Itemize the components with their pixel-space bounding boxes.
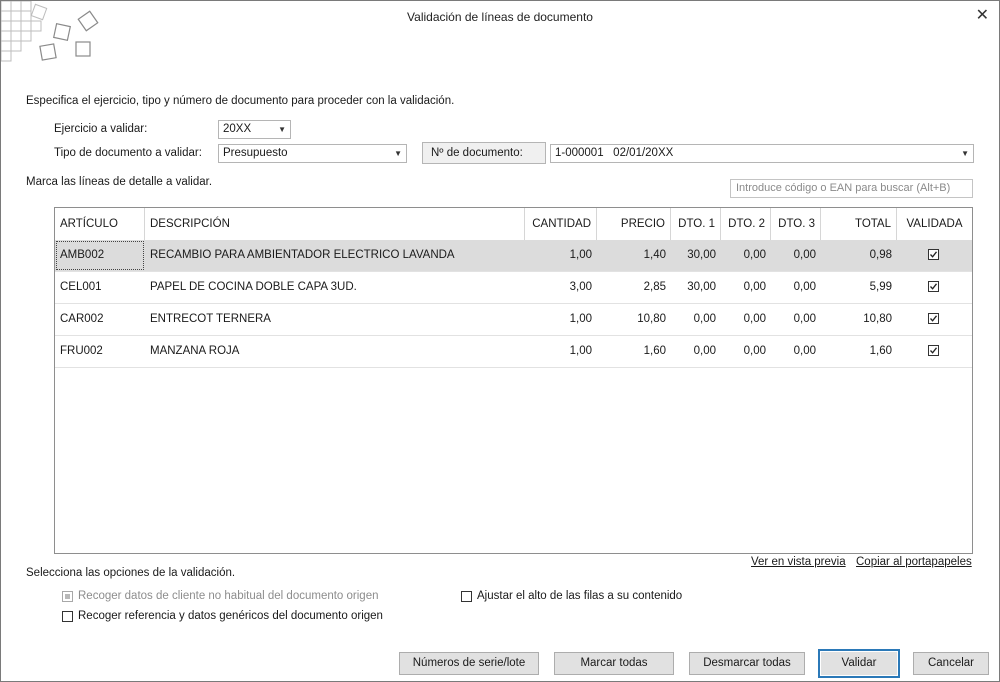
col-validada[interactable]: VALIDADA (897, 208, 972, 240)
table-row[interactable]: CEL001 PAPEL DE COCINA DOBLE CAPA 3UD. 3… (55, 272, 972, 304)
marcar-todas-button[interactable]: Marcar todas (554, 652, 674, 675)
recoger-referencia-checkbox[interactable] (62, 610, 73, 622)
cell-dto2[interactable]: 0,00 (721, 272, 771, 303)
recoger-referencia-option[interactable]: Recoger referencia y datos genéricos del… (62, 610, 383, 622)
chevron-down-icon[interactable]: ▼ (394, 145, 402, 162)
col-descripcion[interactable]: DESCRIPCIÓN (145, 208, 525, 240)
check-icon (930, 315, 938, 322)
col-dto3[interactable]: DTO. 3 (771, 208, 821, 240)
cell-descripcion[interactable]: MANZANA ROJA (145, 336, 525, 367)
cell-dto2[interactable]: 0,00 (721, 336, 771, 367)
table-row[interactable]: FRU002 MANZANA ROJA 1,00 1,60 0,00 0,00 … (55, 336, 972, 368)
ajustar-alto-checkbox[interactable] (461, 590, 472, 602)
cell-dto3[interactable]: 0,00 (771, 272, 821, 303)
validada-checkbox[interactable] (928, 249, 939, 260)
cell-dto1[interactable]: 0,00 (671, 336, 721, 367)
col-dto1[interactable]: DTO. 1 (671, 208, 721, 240)
validada-checkbox[interactable] (928, 281, 939, 292)
validada-checkbox[interactable] (928, 345, 939, 356)
col-dto2[interactable]: DTO. 2 (721, 208, 771, 240)
cell-dto2[interactable]: 0,00 (721, 304, 771, 335)
cell-dto3[interactable]: 0,00 (771, 336, 821, 367)
cell-articulo[interactable]: AMB002 (55, 240, 145, 271)
cell-precio[interactable]: 1,40 (597, 240, 671, 271)
cell-dto3[interactable]: 0,00 (771, 304, 821, 335)
cancelar-button[interactable]: Cancelar (913, 652, 989, 675)
desmarcar-todas-button[interactable]: Desmarcar todas (689, 652, 805, 675)
cell-cantidad[interactable]: 3,00 (525, 272, 597, 303)
cell-descripcion[interactable]: RECAMBIO PARA AMBIENTADOR ELECTRICO LAVA… (145, 240, 525, 271)
cell-total[interactable]: 5,99 (821, 272, 897, 303)
recoger-cliente-checkbox[interactable] (62, 590, 73, 602)
lines-label: Marca las líneas de detalle a validar. (26, 176, 213, 188)
cell-dto1[interactable]: 30,00 (671, 272, 721, 303)
recoger-cliente-label: Recoger datos de cliente no habitual del… (78, 590, 379, 602)
cell-descripcion[interactable]: ENTRECOT TERNERA (145, 304, 525, 335)
search-input[interactable]: Introduce código o EAN para buscar (Alt+… (730, 179, 973, 198)
cell-cantidad[interactable]: 1,00 (525, 336, 597, 367)
ejercicio-label: Ejercicio a validar: (54, 123, 148, 135)
tipo-documento-label: Tipo de documento a validar: (54, 147, 202, 159)
numero-documento-select[interactable]: 1-000001 02/01/20XX ▼ (550, 144, 974, 163)
ajustar-alto-label: Ajustar el alto de las filas a su conten… (477, 590, 683, 602)
validar-button[interactable]: Validar (818, 649, 900, 678)
cell-dto1[interactable]: 30,00 (671, 240, 721, 271)
cell-precio[interactable]: 10,80 (597, 304, 671, 335)
check-icon (930, 283, 938, 290)
numero-documento-label: Nº de documento: (422, 142, 546, 164)
intro-text: Especifica el ejercicio, tipo y número d… (26, 95, 455, 107)
cell-dto2[interactable]: 0,00 (721, 240, 771, 271)
lines-table: ARTÍCULO DESCRIPCIÓN CANTIDAD PRECIO DTO… (54, 207, 973, 554)
cell-descripcion[interactable]: PAPEL DE COCINA DOBLE CAPA 3UD. (145, 272, 525, 303)
chevron-down-icon[interactable]: ▼ (961, 145, 969, 162)
series-lote-button[interactable]: Números de serie/lote (399, 652, 539, 675)
check-icon (930, 251, 938, 258)
cell-total[interactable]: 10,80 (821, 304, 897, 335)
cell-articulo[interactable]: CAR002 (55, 304, 145, 335)
ejercicio-select[interactable]: 20XX ▼ (218, 120, 291, 139)
table-row[interactable]: AMB002 RECAMBIO PARA AMBIENTADOR ELECTRI… (55, 240, 972, 272)
validada-checkbox[interactable] (928, 313, 939, 324)
close-icon[interactable]: ✕ (976, 5, 989, 25)
table-row[interactable]: CAR002 ENTRECOT TERNERA 1,00 10,80 0,00 … (55, 304, 972, 336)
cell-dto1[interactable]: 0,00 (671, 304, 721, 335)
cell-total[interactable]: 1,60 (821, 336, 897, 367)
ajustar-alto-option[interactable]: Ajustar el alto de las filas a su conten… (461, 590, 682, 602)
col-cantidad[interactable]: CANTIDAD (525, 208, 597, 240)
table-header: ARTÍCULO DESCRIPCIÓN CANTIDAD PRECIO DTO… (55, 208, 972, 241)
tipo-documento-value: Presupuesto (223, 147, 288, 159)
col-precio[interactable]: PRECIO (597, 208, 671, 240)
check-icon (930, 347, 938, 354)
copy-clipboard-link[interactable]: Copiar al portapapeles (856, 556, 972, 568)
cell-articulo[interactable]: CEL001 (55, 272, 145, 303)
validation-dialog: Validación de líneas de documento ✕ Espe… (0, 0, 1000, 682)
cell-articulo[interactable]: FRU002 (55, 336, 145, 367)
cell-precio[interactable]: 2,85 (597, 272, 671, 303)
cell-cantidad[interactable]: 1,00 (525, 304, 597, 335)
numero-documento-value: 1-000001 02/01/20XX (555, 147, 674, 159)
col-total[interactable]: TOTAL (821, 208, 897, 240)
col-articulo[interactable]: ARTÍCULO (55, 208, 145, 240)
cell-cantidad[interactable]: 1,00 (525, 240, 597, 271)
cell-dto3[interactable]: 0,00 (771, 240, 821, 271)
options-label: Selecciona las opciones de la validación… (26, 567, 236, 579)
recoger-referencia-label: Recoger referencia y datos genéricos del… (78, 610, 383, 622)
chevron-down-icon[interactable]: ▼ (278, 121, 286, 138)
ejercicio-value: 20XX (223, 123, 252, 135)
cell-precio[interactable]: 1,60 (597, 336, 671, 367)
cell-total[interactable]: 0,98 (821, 240, 897, 271)
dialog-title: Validación de líneas de documento (407, 10, 593, 24)
preview-link[interactable]: Ver en vista previa (751, 556, 846, 568)
recoger-cliente-option[interactable]: Recoger datos de cliente no habitual del… (62, 590, 378, 602)
tipo-documento-select[interactable]: Presupuesto ▼ (218, 144, 407, 163)
